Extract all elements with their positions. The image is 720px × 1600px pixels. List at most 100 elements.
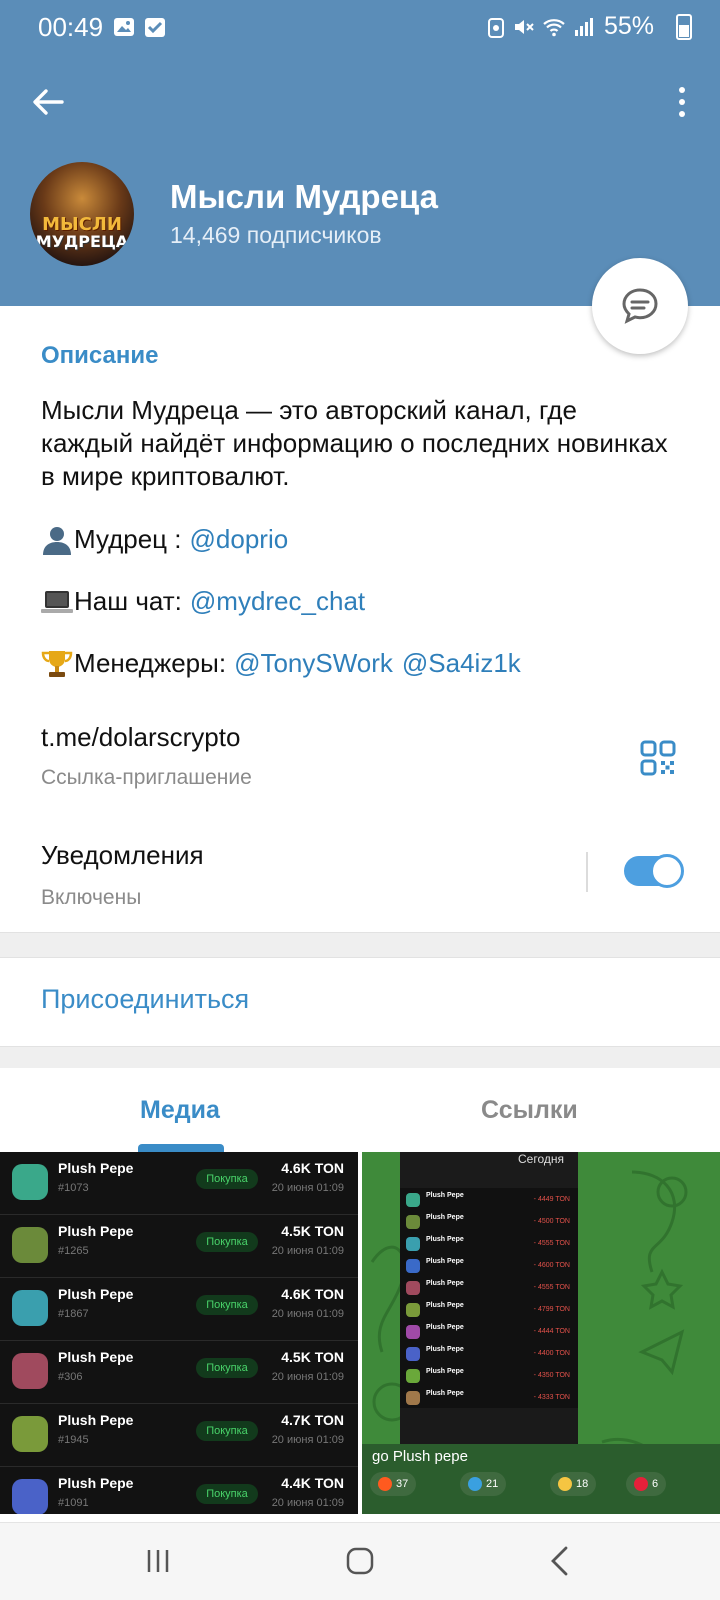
- screenshot-row-thumb: [406, 1281, 420, 1295]
- nft-thumbnail: [12, 1164, 48, 1200]
- screenshot-row: Plush Pepe - 4600 TON: [406, 1256, 572, 1278]
- sale-item-id: #1073: [58, 1182, 89, 1194]
- nft-thumbnail: [12, 1290, 48, 1326]
- channel-avatar[interactable]: МЫСЛИ МУДРЕЦА: [30, 162, 134, 266]
- screenshot-row: Plush Pepe - 4500 TON: [406, 1212, 572, 1234]
- manager2-mention-link[interactable]: @Sa4iz1k: [402, 648, 521, 679]
- sale-price: 4.4K TON: [281, 1475, 344, 1491]
- sale-item-name: Plush Pepe: [58, 1160, 134, 1176]
- trophy-icon: [40, 649, 74, 679]
- screenshot-row-thumb: [406, 1347, 420, 1361]
- chat-mention-link[interactable]: @mydrec_chat: [190, 586, 365, 617]
- heart-icon: [634, 1477, 648, 1491]
- screenshot-row: Plush Pepe - 4400 TON: [406, 1344, 572, 1366]
- screenshot-row-name: Plush Pepe: [426, 1214, 464, 1221]
- message-caption-box: go Plush pepe 37 21 18 6: [362, 1444, 720, 1514]
- tab-links[interactable]: Ссылки: [481, 1096, 578, 1125]
- screenshot-row: Plush Pepe - 4449 TON: [406, 1190, 572, 1212]
- screenshot-row-value: - 4799 TON: [533, 1306, 570, 1313]
- sale-price: 4.6K TON: [281, 1286, 344, 1302]
- home-icon[interactable]: [346, 1547, 374, 1575]
- chat-prefix: Наш чат:: [74, 586, 182, 616]
- nft-thumbnail: [12, 1227, 48, 1263]
- tab-media[interactable]: Медиа: [140, 1096, 220, 1125]
- sale-price: 4.6K TON: [281, 1160, 344, 1176]
- reaction-whale[interactable]: 21: [460, 1472, 507, 1496]
- sale-item-id: #1867: [58, 1308, 89, 1320]
- sale-date: 20 июня 01:09: [271, 1245, 344, 1257]
- notifications-divider: [586, 852, 588, 892]
- person-icon: [40, 525, 74, 555]
- alarm-icon: [488, 18, 504, 38]
- screenshot-row-value: - 4350 TON: [533, 1372, 570, 1379]
- invite-link-label: Ссылка-приглашение: [41, 766, 252, 789]
- discuss-button[interactable]: [592, 258, 688, 354]
- avatar-text-bottom: МУДРЕЦА: [35, 232, 129, 251]
- sale-row: Plush Pepe #306 Покупка 4.5K TON 20 июня 01:…: [0, 1341, 358, 1404]
- join-button[interactable]: Присоединиться: [41, 984, 249, 1015]
- manager1-mention-link[interactable]: @TonySWork: [234, 648, 393, 679]
- system-back-icon[interactable]: [548, 1545, 572, 1577]
- screenshot-row-name: Plush Pepe: [426, 1368, 464, 1375]
- reaction-fire[interactable]: 37: [370, 1472, 417, 1496]
- sale-date: 20 июня 01:09: [271, 1371, 344, 1383]
- notifications-title[interactable]: Уведомления: [41, 840, 204, 871]
- screenshot-row-name: Plush Pepe: [426, 1280, 464, 1287]
- sale-date: 20 июня 01:09: [271, 1308, 344, 1320]
- sale-badge: Покупка: [196, 1484, 258, 1504]
- screenshot-row-name: Plush Pepe: [426, 1346, 464, 1353]
- sale-date: 20 июня 01:09: [271, 1182, 344, 1194]
- fire-icon: [378, 1477, 392, 1491]
- channel-title: Мысли Мудреца: [170, 178, 438, 215]
- wifi-icon: [543, 19, 565, 37]
- notifications-toggle[interactable]: [624, 854, 684, 888]
- status-bar: 00:49 55%: [0, 0, 720, 52]
- managers-line: Менеджеры: @TonySWork @Sa4iz1k: [40, 648, 521, 679]
- screenshot-row-value: - 4449 TON: [533, 1196, 570, 1203]
- sale-row: Plush Pepe #1265 Покупка 4.5K TON 20 июня 01…: [0, 1215, 358, 1278]
- invite-link[interactable]: t.me/dolarscrypto: [41, 722, 240, 753]
- sage-mention-link[interactable]: @doprio: [190, 524, 289, 555]
- more-options-icon[interactable]: [670, 84, 694, 120]
- reaction-grin[interactable]: 18: [550, 1472, 597, 1496]
- system-nav-bar: [0, 1522, 720, 1600]
- recent-apps-icon[interactable]: [144, 1547, 172, 1575]
- sale-item-name: Plush Pepe: [58, 1223, 134, 1239]
- sale-item-id: #1265: [58, 1245, 89, 1257]
- screenshot-today-label: Сегодня: [518, 1152, 564, 1166]
- back-arrow-icon[interactable]: [28, 82, 68, 122]
- sale-row: Plush Pepe #1073 Покупка 4.6K TON 20 июня 01…: [0, 1152, 358, 1215]
- screenshot-header: Сегодня: [400, 1152, 578, 1188]
- mute-icon: [515, 20, 534, 34]
- sale-item-id: #1091: [58, 1497, 89, 1509]
- screenshot-row-name: Plush Pepe: [426, 1302, 464, 1309]
- sage-line: Мудрец : @doprio: [40, 524, 288, 555]
- nft-thumbnail: [12, 1353, 48, 1389]
- screenshot-row-value: - 4555 TON: [533, 1240, 570, 1247]
- screenshot-row-thumb: [406, 1325, 420, 1339]
- screenshot-row-thumb: [406, 1215, 420, 1229]
- channel-header: 00:49 55% МЫСЛИ МУДРЕЦА Мысли Мудреца 14…: [0, 0, 720, 306]
- sale-date: 20 июня 01:09: [271, 1434, 344, 1446]
- section-divider: [0, 932, 720, 958]
- signal-icon: [575, 18, 593, 36]
- description-text: Мысли Мудреца — это авторский канал, где…: [41, 395, 668, 491]
- sale-item-name: Plush Pepe: [58, 1475, 134, 1491]
- reaction-heart[interactable]: 6: [626, 1472, 667, 1496]
- screenshot-row-thumb: [406, 1259, 420, 1273]
- chat-bubble-icon: [622, 288, 658, 324]
- nft-thumbnail: [12, 1479, 48, 1514]
- screenshot-row-name: Plush Pepe: [426, 1390, 464, 1397]
- sage-prefix: Мудрец :: [74, 524, 182, 554]
- active-tab-indicator: [138, 1144, 224, 1152]
- status-time: 00:49: [38, 12, 104, 42]
- qr-code-icon[interactable]: [640, 740, 676, 776]
- sale-row: Plush Pepe #1091 Покупка 4.4K TON 20 июня 01…: [0, 1467, 358, 1514]
- screenshot-row-thumb: [406, 1303, 420, 1317]
- media-thumbnail-screenshot[interactable]: Сегодня Plush Pepe - 4449 TON Plush Pepe - …: [362, 1152, 720, 1514]
- screenshot-row-thumb: [406, 1237, 420, 1251]
- screenshot-row-thumb: [406, 1193, 420, 1207]
- nft-thumbnail: [12, 1416, 48, 1452]
- sale-badge: Покупка: [196, 1232, 258, 1252]
- media-thumbnail-sales-list[interactable]: Plush Pepe #1073 Покупка 4.6K TON 20 июня 01…: [0, 1152, 358, 1514]
